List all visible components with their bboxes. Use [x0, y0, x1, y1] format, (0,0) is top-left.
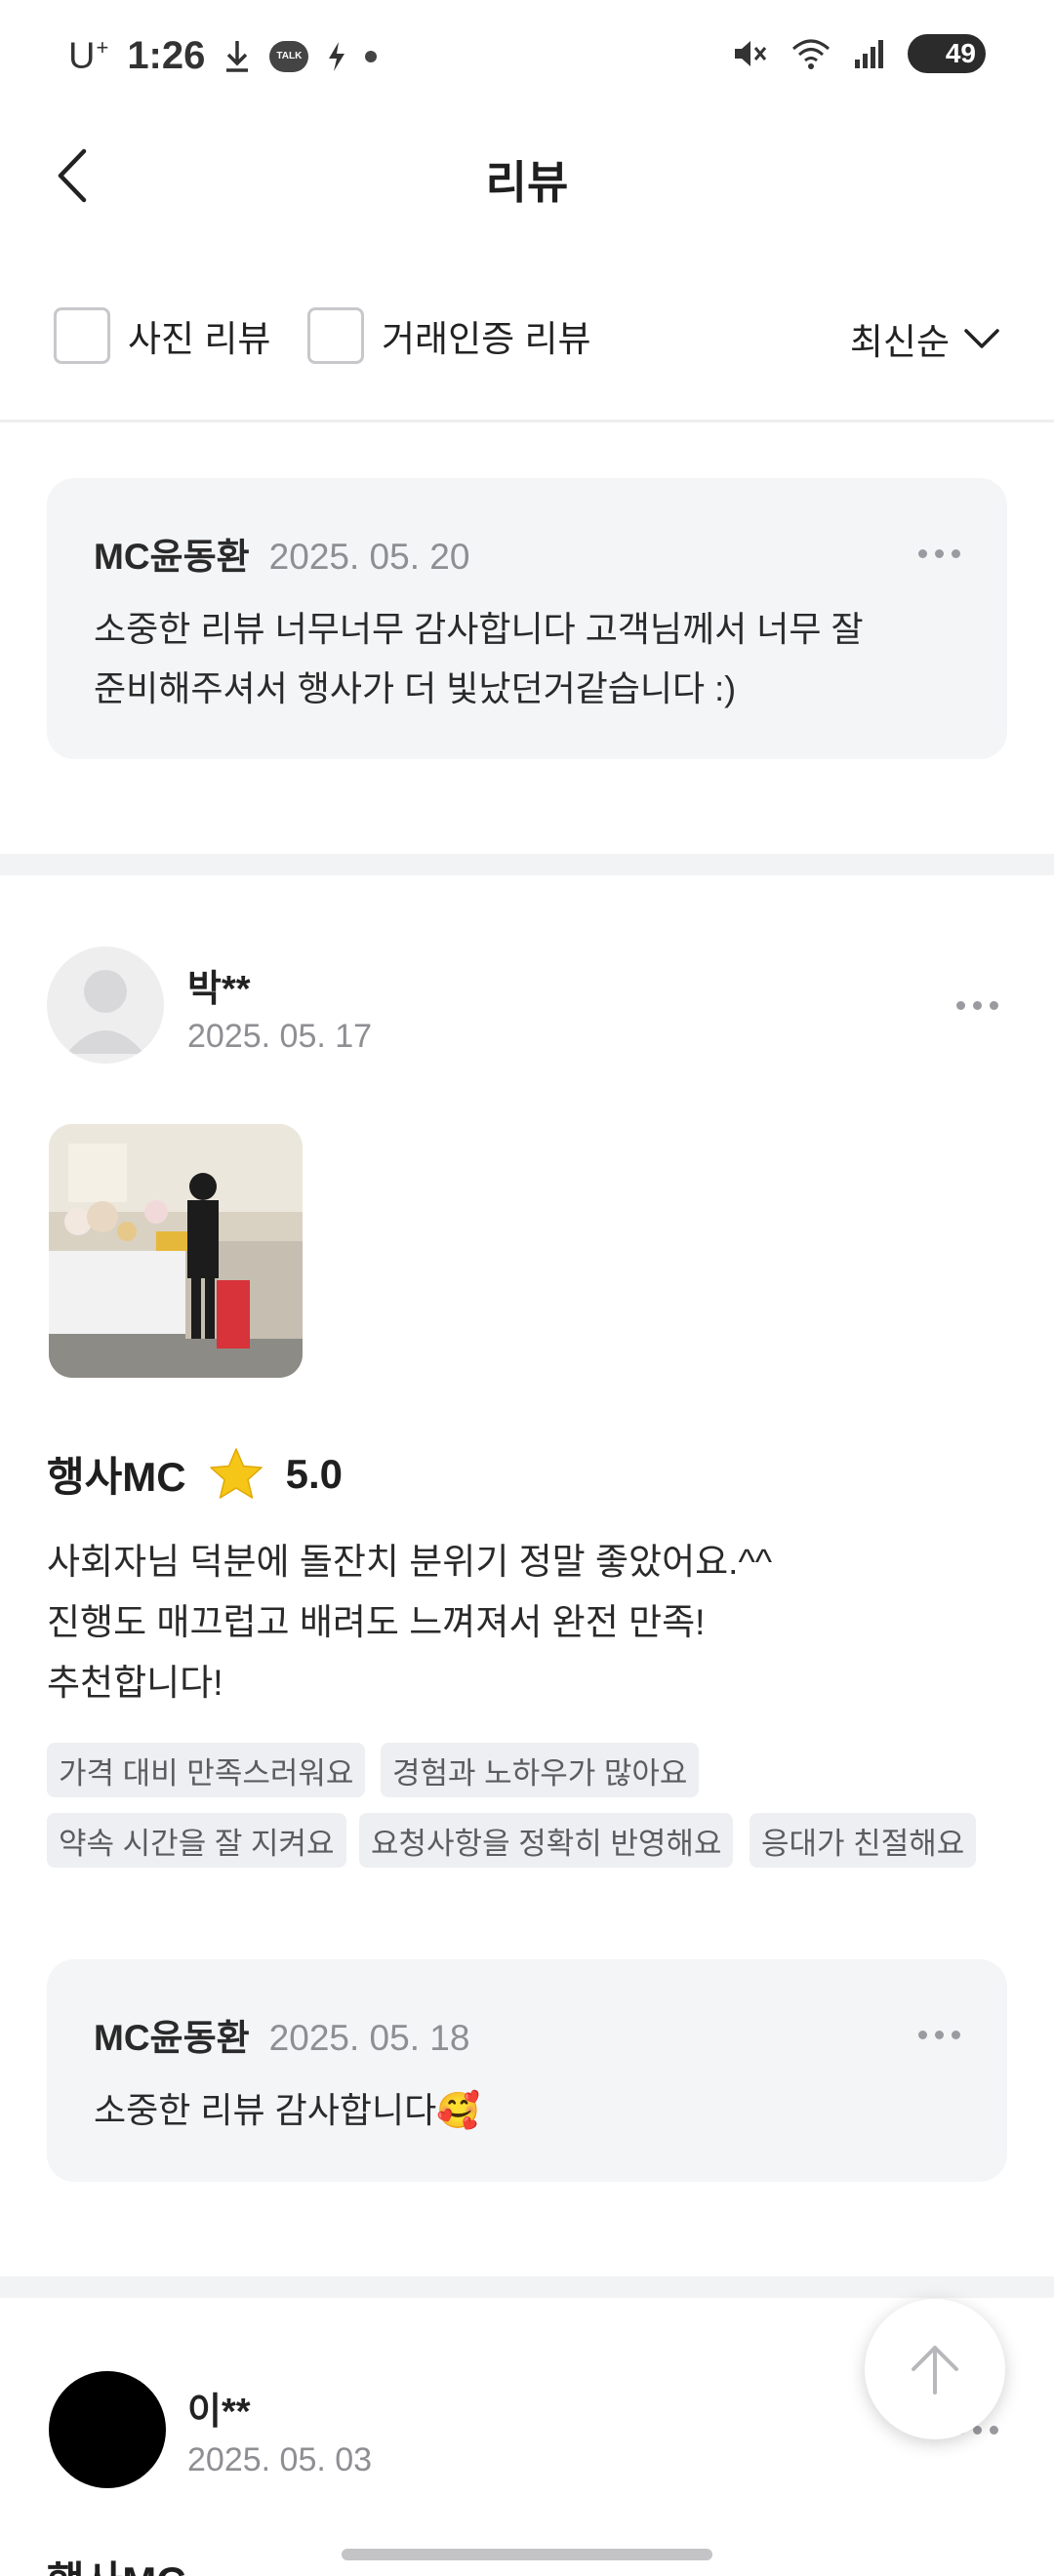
section-divider — [0, 854, 1054, 875]
reviewer-name: 이** — [187, 2392, 251, 2433]
reply-author: MC윤동환 — [94, 2018, 250, 2058]
service-category: 행사MC — [47, 1454, 186, 1500]
filter-divider — [0, 420, 1054, 423]
app-header: 리뷰 — [0, 112, 1054, 239]
more-dots-icon[interactable] — [956, 1001, 998, 1010]
review-photo[interactable] — [49, 1124, 303, 1378]
reply-date: 2025. 05. 18 — [268, 2018, 470, 2058]
review-tag: 약속 시간을 잘 지켜요 — [47, 1813, 346, 1868]
rating-score: 5.0 — [285, 1450, 343, 1497]
sort-dropdown[interactable]: 최신순 — [850, 312, 1000, 365]
seller-reply-card: MC윤동환 2025. 05. 20 소중한 리뷰 너무너무 감사합니다 고객님… — [47, 478, 1007, 759]
rating-line: 행사MC 5.0 — [47, 1444, 343, 1504]
review-photo-image — [49, 1124, 303, 1378]
signal-icon — [855, 40, 883, 68]
scroll-top-button[interactable] — [865, 2299, 1005, 2439]
reviewer-name: 박** — [187, 969, 251, 1010]
review-date: 2025. 05. 17 — [187, 1018, 373, 1055]
bolt-icon — [329, 41, 345, 71]
filter-bar: 사진 리뷰 거래인증 리뷰 최신순 — [0, 283, 1054, 390]
checkbox-box[interactable] — [307, 307, 364, 364]
star-icon — [209, 1447, 263, 1499]
photo-review-label: 사진 리뷰 — [128, 319, 271, 359]
notification-dot-icon — [365, 50, 378, 62]
reply-text: 소중한 리뷰 너무너무 감사합니다 고객님께서 너무 잘 준비해주셔서 행사가 … — [94, 609, 864, 708]
reply-author: MC윤동환 — [94, 537, 250, 577]
photo-review-checkbox[interactable]: 사진 리뷰 — [54, 307, 270, 364]
sort-label: 최신순 — [849, 322, 950, 362]
reply-text: 소중한 리뷰 감사합니다🥰 — [94, 2090, 481, 2130]
status-time: 1:26 — [127, 34, 206, 77]
more-dots-icon[interactable] — [918, 549, 960, 558]
review-tag: 요청사항을 정확히 반영해요 — [359, 1813, 734, 1868]
verified-review-label: 거래인증 리뷰 — [382, 319, 591, 359]
carrier-label: U+ — [68, 34, 110, 77]
seller-reply-card: MC윤동환 2025. 05. 18 소중한 리뷰 감사합니다🥰 — [47, 1959, 1007, 2182]
page-title: 리뷰 — [485, 157, 569, 208]
review-tag: 응대가 친절해요 — [750, 1813, 977, 1868]
default-avatar-icon — [66, 970, 144, 1054]
chevron-down-icon — [964, 329, 999, 348]
review-tag: 가격 대비 만족스러워요 — [47, 1743, 366, 1797]
verified-review-checkbox[interactable]: 거래인증 리뷰 — [307, 307, 591, 364]
more-dots-icon[interactable] — [918, 2031, 960, 2039]
mute-icon — [735, 41, 767, 66]
download-icon — [226, 40, 249, 72]
section-divider — [0, 2276, 1054, 2298]
avatar[interactable] — [49, 2371, 166, 2488]
home-indicator[interactable] — [342, 2549, 712, 2560]
review-text: 사회자님 덕분에 돌잔치 분위기 정말 좋았어요.^^ 진행도 매끄럽고 배려도… — [47, 1542, 773, 1703]
wifi-icon — [792, 39, 830, 69]
checkbox-box[interactable] — [54, 307, 110, 364]
avatar[interactable] — [47, 946, 164, 1064]
reply-date: 2025. 05. 20 — [268, 537, 470, 577]
battery-indicator: 49 — [908, 34, 986, 73]
review-tag: 경험과 노하우가 많아요 — [381, 1743, 700, 1797]
status-bar: U+ 1:26 TALK 49 — [0, 0, 1054, 112]
service-category-partial: 행사MC — [47, 2549, 186, 2576]
review-date: 2025. 05. 03 — [187, 2441, 373, 2478]
arrow-up-icon — [912, 2346, 958, 2395]
talk-icon: TALK — [269, 40, 309, 72]
